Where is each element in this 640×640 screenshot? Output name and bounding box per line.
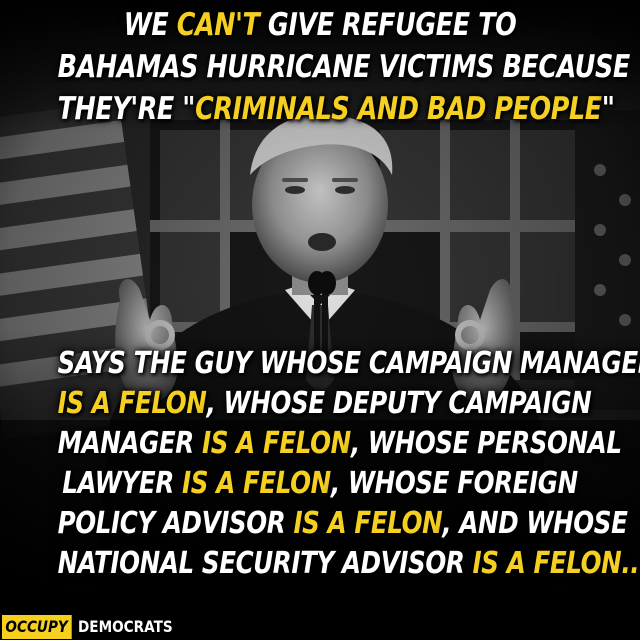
bottom-caption-line-5: policy advisor is a felon, and whose [57,506,628,541]
brand-occupy-label: OCCUPY [2,615,73,639]
bottom-caption: Says the guy whose campaign manager is a… [57,344,640,584]
brand-democrats-label: DEMOCRATS [78,617,174,636]
brand-logo: OCCUPY DEMOCRATS [0,614,190,640]
highlight-text: is a felon [201,426,351,461]
bottom-caption-line-1: Says the guy whose campaign manager [57,346,640,381]
top-caption-line-1: We can't give refugee to [123,7,517,43]
highlight-text: is a felon [182,466,331,501]
bottom-caption-line-6: national security advisor is a felon... [58,544,640,584]
bottom-caption-line-3: manager is a felon, whose personal [57,426,622,461]
highlight-text: can't [176,7,260,43]
bottom-caption-line-2: is a felon, whose deputy campaign [57,386,592,421]
highlight-text: is a felon [57,386,207,421]
top-caption-line-3: they're "criminals and bad people" [57,91,615,127]
meme-image: We can't give refugee to Bahamas hurrica… [0,0,640,640]
highlight-text: is a felon... [472,546,640,581]
highlight-text: is a felon [293,506,443,541]
bottom-caption-line-4: lawyer is a felon, whose foreign [62,466,578,501]
top-caption-line-2: Bahamas hurricane victims because [57,49,631,85]
highlight-text: criminals and bad people [195,91,602,127]
top-caption: We can't give refugee to Bahamas hurrica… [57,4,631,130]
